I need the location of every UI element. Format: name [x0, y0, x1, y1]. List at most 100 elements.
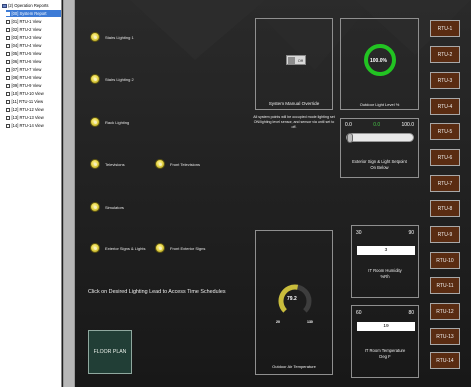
setpoint-min: 0.0	[345, 122, 352, 128]
vertical-scrollbar[interactable]	[63, 0, 75, 387]
override-description: All system points will be occupied mode …	[253, 115, 335, 129]
outdoor-temp-panel: 79.2 20 130 Outdoor Air Temperature	[255, 230, 333, 375]
outdoor-light-value: 100.0%	[370, 58, 387, 64]
humidity-max: 90	[408, 230, 414, 236]
setpoint-max: 100.0	[401, 122, 414, 128]
tree-item-label: [12] RTU-12 View	[11, 107, 44, 112]
checkbox-icon	[6, 27, 10, 32]
light-front-televisions[interactable]: Front Televisions	[155, 159, 200, 169]
setpoint-current: 0.0	[373, 122, 381, 128]
override-toggle[interactable]: Off	[286, 55, 306, 65]
checkbox-icon	[6, 35, 10, 40]
light-exterior-signs[interactable]: Exterior Signs & Lights	[90, 243, 145, 253]
checkbox-icon	[6, 19, 10, 24]
tree-item-rtu-13[interactable]: [13] RTU-13 View	[6, 114, 61, 121]
tree-item-rtu-8[interactable]: [08] RTU-8 View	[6, 74, 61, 81]
light-label: Front Televisions	[170, 161, 200, 167]
rtu-12-button[interactable]: RTU-12	[430, 303, 460, 320]
checkbox-icon	[6, 107, 10, 112]
rtu-8-button[interactable]: RTU-8	[430, 200, 460, 217]
rtu-9-button[interactable]: RTU-9	[430, 226, 460, 243]
rtu-2-button[interactable]: RTU-2	[430, 46, 460, 63]
humidity-scale: 30 90	[356, 230, 414, 236]
outdoor-temp-gauge	[278, 284, 312, 313]
tree-item-label: [14] RTU-14 View	[11, 123, 44, 128]
tree-item-rtu-3[interactable]: [03] RTU-3 View	[6, 34, 61, 41]
slider-knob[interactable]	[347, 133, 353, 143]
tree-item-rtu-4[interactable]: [04] RTU-4 View	[6, 42, 61, 49]
tree-item-rtu-9[interactable]: [09] RTU-9 View	[6, 82, 61, 89]
rtu-1-button[interactable]: RTU-1	[430, 20, 460, 37]
it-temp-caption-1: IT Room Temperature	[364, 348, 406, 353]
toggle-knob	[288, 57, 295, 64]
checkbox-icon	[6, 99, 10, 104]
tree-item-rtu-5[interactable]: [05] RTU-5 View	[6, 50, 61, 57]
it-temp-scale: 60 80	[356, 310, 414, 316]
tree-item-label: [06] RTU-6 View	[11, 59, 42, 64]
bulb-icon	[90, 159, 100, 169]
setpoint-caption-1: Exterior Sign & Light Setpoint	[352, 159, 407, 164]
it-temp-panel: 60 80 19 IT Room Temperature Deg F	[351, 305, 419, 378]
floor-plan-button[interactable]: FLOOR PLAN	[88, 330, 132, 374]
checkbox-icon	[6, 11, 10, 16]
light-stairs-2[interactable]: Stairs Lighting 2	[90, 74, 134, 84]
rtu-3-button[interactable]: RTU-3	[430, 72, 460, 89]
rtu-5-button[interactable]: RTU-5	[430, 123, 460, 140]
tree-item-label: [13] RTU-13 View	[11, 115, 44, 120]
bulb-icon	[90, 243, 100, 253]
tree-item-label: [11] RTU-11 View	[11, 99, 44, 104]
rtu-11-button[interactable]: RTU-11	[430, 277, 460, 294]
setpoint-caption-2: On Below	[370, 165, 389, 170]
humidity-min: 30	[356, 230, 362, 236]
it-humidity-panel: 30 90 3 IT Room Humidity %Rh	[351, 225, 419, 298]
humidity-caption-1: IT Room Humidity	[368, 268, 402, 273]
light-simulators[interactable]: Simulators	[90, 202, 124, 212]
rtu-10-button[interactable]: RTU-10	[430, 252, 460, 269]
rtu-7-button[interactable]: RTU-7	[430, 175, 460, 192]
outdoor-temp-caption: Outdoor Air Temperature	[272, 364, 316, 369]
light-televisions[interactable]: Televisions	[90, 159, 125, 169]
tree-item-rtu-2[interactable]: [02] RTU-2 View	[6, 26, 61, 33]
light-front-exterior-signs[interactable]: Front Exterior Signs	[155, 243, 205, 253]
tree-item-rtu-7[interactable]: [07] RTU-7 View	[6, 66, 61, 73]
light-label: Televisions	[105, 161, 125, 167]
tree-item-rtu-6[interactable]: [06] RTU-6 View	[6, 58, 61, 65]
tree-item-rtu-11[interactable]: [11] RTU-11 View	[6, 98, 61, 105]
rtu-13-button[interactable]: RTU-13	[430, 328, 460, 345]
light-label: Simulators	[105, 204, 124, 210]
tree-item-rtu-14[interactable]: [14] RTU-14 View	[6, 122, 61, 129]
outdoor-temp-max: 130	[307, 320, 313, 324]
tree-item-rtu-1[interactable]: [01] RTU-1 View	[6, 18, 61, 25]
tree-item-rtu-10[interactable]: [10] RTU-10 View	[6, 90, 61, 97]
tree-root-operation-reports[interactable]: (2) Operation Reports	[2, 2, 49, 9]
light-rack[interactable]: Rack Lighting	[90, 117, 129, 127]
tree-item-label: [02] RTU-2 View	[11, 27, 42, 32]
rtu-4-button[interactable]: RTU-4	[430, 98, 460, 115]
checkbox-icon	[6, 123, 10, 128]
tree-item-label: [04] RTU-4 View	[11, 43, 42, 48]
tree-item-rtu-12[interactable]: [12] RTU-12 View	[6, 106, 61, 113]
override-title: System Manual Override	[268, 101, 320, 106]
checkbox-icon	[6, 75, 10, 80]
tree-item-system-report[interactable]: [00] System Report	[6, 10, 61, 17]
it-temp-min: 60	[356, 310, 362, 316]
tree-item-label: [10] RTU-10 View	[11, 91, 44, 96]
bulb-icon	[90, 74, 100, 84]
tree-item-label: [01] RTU-1 View	[11, 19, 42, 24]
rtu-14-button[interactable]: RTU-14	[430, 352, 460, 369]
outdoor-light-panel: 100.0% Outdoor Light Level %	[340, 18, 419, 110]
checkbox-icon	[6, 67, 10, 72]
tree-item-label: [05] RTU-5 View	[11, 51, 42, 56]
light-label: Stairs Lighting 2	[105, 76, 134, 82]
tree-item-label: [07] RTU-7 View	[11, 67, 42, 72]
rtu-6-button[interactable]: RTU-6	[430, 149, 460, 166]
outdoor-light-caption: Outdoor Light Level %	[359, 102, 400, 107]
bulb-icon	[90, 32, 100, 42]
bulb-icon	[155, 159, 165, 169]
outdoor-temp-min: 20	[276, 320, 280, 324]
dashboard-area: Stairs Lighting 1 Stairs Lighting 2 Rack…	[75, 0, 471, 387]
setpoint-slider[interactable]	[346, 133, 414, 143]
it-temp-value: 19	[357, 322, 415, 331]
light-label: Exterior Signs & Lights	[105, 245, 146, 251]
light-stairs-1[interactable]: Stairs Lighting 1	[90, 32, 134, 42]
